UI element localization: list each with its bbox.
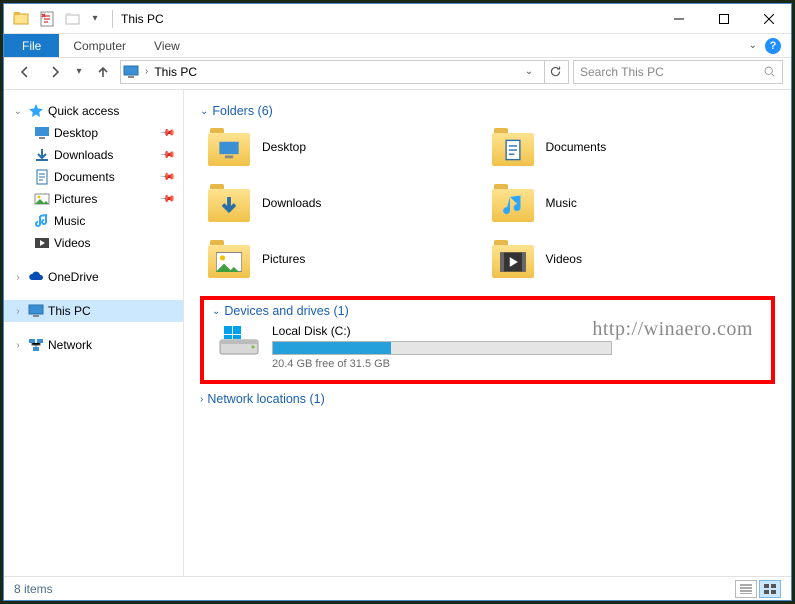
new-folder-icon[interactable] — [62, 8, 84, 30]
app-icon[interactable] — [10, 8, 32, 30]
nav-item-documents[interactable]: Documents📌 — [4, 166, 183, 188]
file-explorer-window: ▾ This PC File Computer View ⌄ ? ▾ › Thi… — [3, 3, 792, 601]
forward-button[interactable] — [42, 59, 68, 85]
ribbon-tabs: File Computer View ⌄ ? — [4, 34, 791, 58]
up-button[interactable] — [90, 59, 116, 85]
folder-pictures[interactable]: Pictures — [208, 240, 492, 278]
view-tiles-button[interactable] — [759, 580, 781, 598]
window-title: This PC — [121, 12, 164, 26]
chevron-right-icon[interactable]: › — [12, 272, 24, 283]
refresh-button[interactable] — [544, 61, 566, 83]
recent-locations-icon[interactable]: ▾ — [72, 59, 86, 85]
nav-quick-access-header[interactable]: ⌄ Quick access — [4, 100, 183, 122]
tab-computer[interactable]: Computer — [59, 34, 140, 57]
drive-local-c[interactable]: Local Disk (C:) 20.4 GB free of 31.5 GB — [212, 324, 763, 370]
folder-music[interactable]: Music — [492, 184, 776, 222]
nav-this-pc[interactable]: › This PC — [4, 300, 183, 322]
drive-label: Local Disk (C:) — [272, 324, 763, 338]
address-bar-row: ▾ › This PC ⌄ Search This PC — [4, 58, 791, 90]
star-icon — [28, 103, 44, 119]
title-separator — [112, 10, 113, 28]
nav-network[interactable]: › Network — [4, 334, 183, 356]
pin-icon: 📌 — [158, 147, 175, 164]
group-folders-header[interactable]: ⌄ Folders (6) — [200, 104, 775, 118]
minimize-button[interactable] — [656, 4, 701, 33]
disk-icon — [218, 324, 260, 358]
network-icon — [28, 337, 44, 353]
pin-icon: 📌 — [158, 169, 175, 186]
nav-item-desktop[interactable]: Desktop📌 — [4, 122, 183, 144]
content-pane: ⌄ Folders (6) Desktop Documents Download… — [184, 90, 791, 576]
drive-free-text: 20.4 GB free of 31.5 GB — [272, 358, 763, 370]
nav-onedrive[interactable]: › OneDrive — [4, 266, 183, 288]
nav-item-downloads[interactable]: Downloads📌 — [4, 144, 183, 166]
group-drives-header[interactable]: ⌄ Devices and drives (1) — [212, 304, 763, 318]
status-item-count: 8 items — [14, 582, 53, 596]
highlight-box: ⌄ Devices and drives (1) Local Disk (C:)… — [200, 296, 775, 384]
tab-view[interactable]: View — [140, 34, 194, 57]
chevron-right-icon[interactable]: › — [12, 306, 24, 317]
title-bar: ▾ This PC — [4, 4, 791, 34]
folder-desktop[interactable]: Desktop — [208, 128, 492, 166]
folder-videos[interactable]: Videos — [492, 240, 776, 278]
chevron-down-icon[interactable]: ⌄ — [12, 106, 24, 117]
folders-grid: Desktop Documents Downloads Music Pictur… — [200, 128, 775, 278]
chevron-down-icon: ⌄ — [212, 306, 220, 317]
folder-downloads[interactable]: Downloads — [208, 184, 492, 222]
pin-icon: 📌 — [158, 125, 175, 142]
address-bar[interactable]: › This PC ⌄ — [120, 60, 569, 84]
nav-item-pictures[interactable]: Pictures📌 — [4, 188, 183, 210]
group-netloc-header[interactable]: › Network locations (1) — [200, 392, 775, 406]
address-dropdown-icon[interactable]: ⌄ — [520, 66, 538, 77]
cloud-icon — [28, 269, 44, 285]
nav-quick-access: ⌄ Quick access Desktop📌 Downloads📌 Docum… — [4, 100, 183, 254]
qat-customize-icon[interactable]: ▾ — [88, 8, 102, 30]
back-button[interactable] — [12, 59, 38, 85]
close-button[interactable] — [746, 4, 791, 33]
address-text: This PC — [154, 65, 197, 79]
explorer-body: ⌄ Quick access Desktop📌 Downloads📌 Docum… — [4, 90, 791, 576]
ribbon-expand-icon[interactable]: ⌄ — [749, 40, 757, 51]
chevron-right-icon[interactable]: › — [12, 340, 24, 351]
file-tab[interactable]: File — [4, 34, 59, 57]
this-pc-icon — [123, 64, 139, 80]
chevron-right-icon: › — [145, 66, 148, 77]
chevron-down-icon: ⌄ — [200, 106, 208, 117]
navigation-pane: ⌄ Quick access Desktop📌 Downloads📌 Docum… — [4, 90, 184, 576]
maximize-button[interactable] — [701, 4, 746, 33]
search-icon — [763, 65, 776, 78]
properties-icon[interactable] — [36, 8, 58, 30]
pin-icon: 📌 — [158, 191, 175, 208]
quick-access-toolbar: ▾ — [4, 8, 108, 30]
nav-item-videos[interactable]: Videos — [4, 232, 183, 254]
help-icon[interactable]: ? — [765, 38, 781, 54]
view-details-button[interactable] — [735, 580, 757, 598]
folder-documents[interactable]: Documents — [492, 128, 776, 166]
chevron-right-icon: › — [200, 394, 203, 405]
this-pc-icon — [28, 303, 44, 319]
search-placeholder: Search This PC — [580, 65, 664, 79]
status-bar: 8 items — [4, 576, 791, 600]
drive-usage-bar — [272, 341, 612, 355]
search-input[interactable]: Search This PC — [573, 60, 783, 84]
nav-item-music[interactable]: Music — [4, 210, 183, 232]
window-controls — [656, 4, 791, 33]
